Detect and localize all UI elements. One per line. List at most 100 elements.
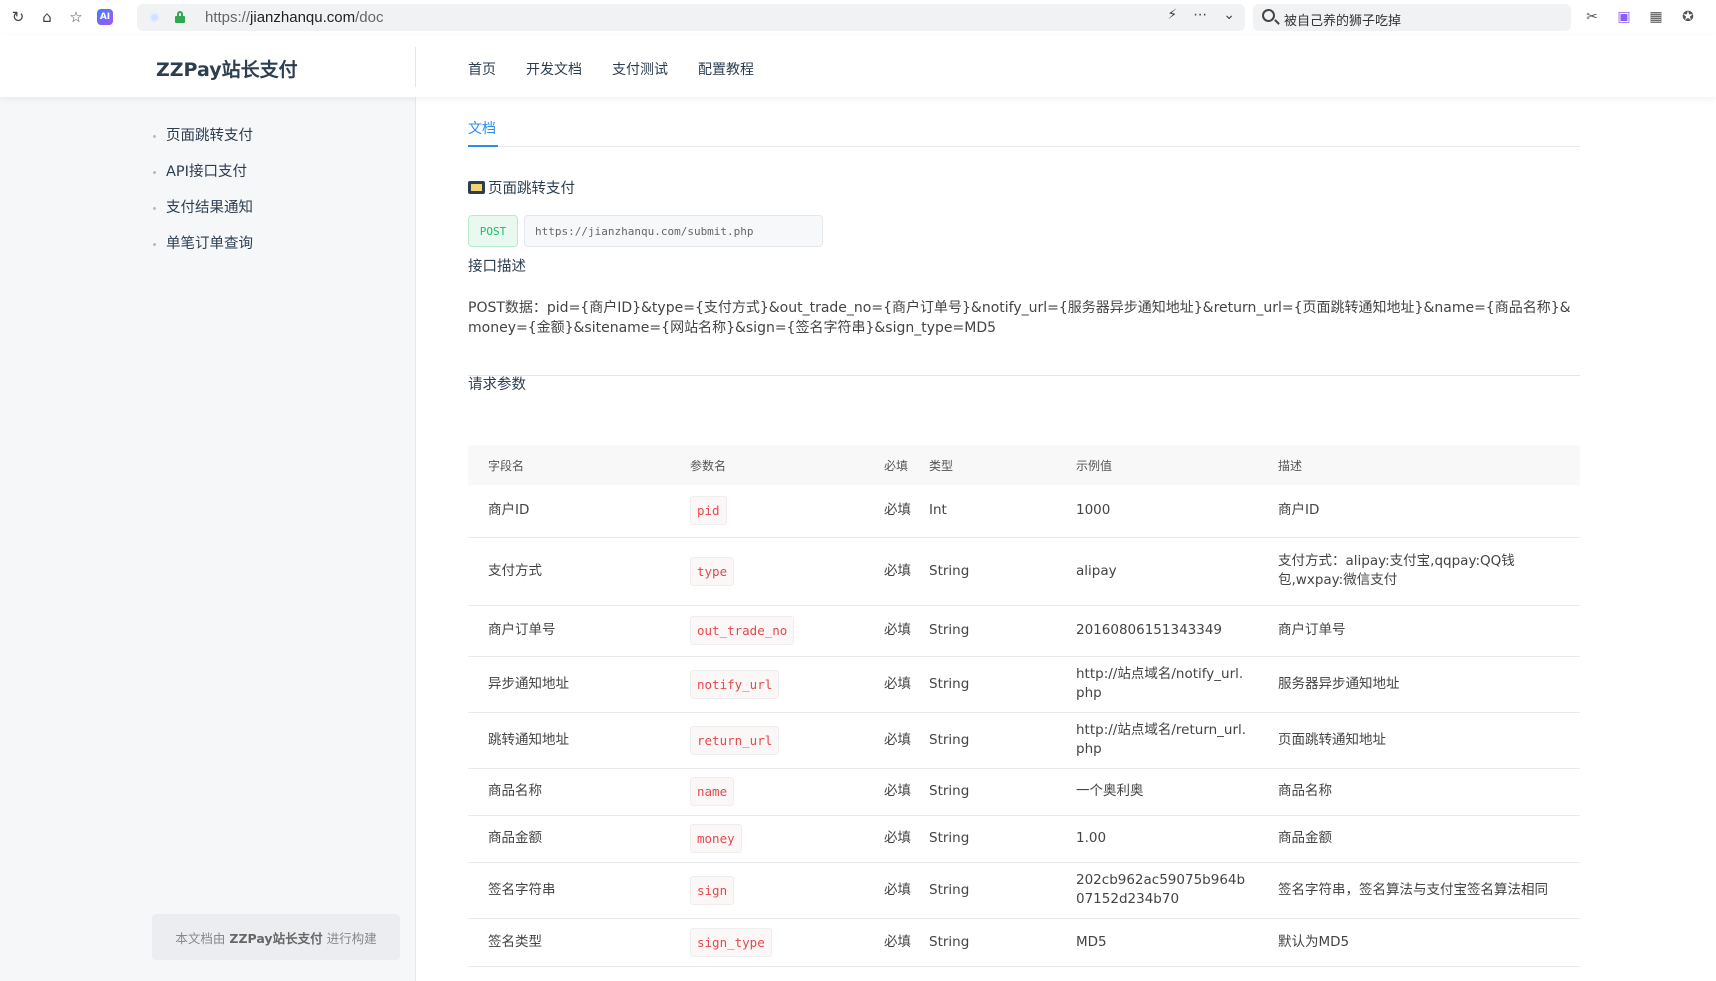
- more-icon[interactable]: ⋯: [1193, 7, 1207, 23]
- param-code: type: [690, 556, 735, 586]
- cell-type: String: [929, 605, 1056, 657]
- param-code: money: [690, 824, 742, 853]
- home-icon[interactable]: ⌂: [36, 6, 58, 28]
- nav-item-dev-docs[interactable]: 开发文档: [526, 59, 582, 79]
- browser-toolbar: ↻ ⌂ ☆ AI https://jianzhanqu.com/doc ⚡ ⋯ …: [0, 0, 1716, 35]
- brand-logo[interactable]: ZZPay站长支付: [156, 55, 298, 82]
- cell-param: sign_type: [670, 918, 874, 967]
- sidebar-item-pay-notify[interactable]: 支付结果通知: [150, 197, 253, 233]
- cell-example: 202cb962ac59075b964b07152d234b70: [1056, 862, 1258, 919]
- col-header: 字段名: [468, 445, 670, 485]
- reload-icon[interactable]: ↻: [7, 6, 29, 28]
- cell-required: 必填: [874, 815, 929, 863]
- table-row: 商品金额 money 必填 String 1.00 商品金额: [468, 815, 1580, 863]
- cell-desc: 商户订单号: [1258, 605, 1580, 657]
- divider: [468, 375, 1580, 376]
- sidebar-item-redirect-pay[interactable]: 页面跳转支付: [150, 125, 253, 161]
- nav-item-pay-test[interactable]: 支付测试: [612, 59, 668, 79]
- table-body: 商户ID pid 必填 Int 1000 商户ID 支付方式 type 必填 S…: [468, 485, 1580, 967]
- cell-required: 必填: [874, 918, 929, 967]
- site-info-icon[interactable]: [149, 12, 160, 23]
- reader-icon[interactable]: ▦: [1647, 8, 1665, 26]
- tab-bar: 文档: [468, 97, 1580, 147]
- scissors-icon[interactable]: ✂: [1583, 8, 1601, 26]
- sidebar: 页面跳转支付 API接口支付 支付结果通知 单笔订单查询 本文档由 ZZPay站…: [0, 97, 416, 981]
- param-code: sign_type: [690, 927, 772, 957]
- doc-title: 页面跳转支付: [468, 177, 575, 198]
- sidebar-item-order-query[interactable]: 单笔订单查询: [150, 233, 253, 269]
- lightning-icon[interactable]: ⚡: [1167, 7, 1177, 23]
- doc-content: 文档 页面跳转支付 POST https://jianzhanqu.com/su…: [468, 97, 1580, 967]
- cell-desc: 页面跳转通知地址: [1258, 712, 1580, 769]
- cell-example: 1000: [1056, 485, 1258, 538]
- param-code: out_trade_no: [690, 616, 795, 645]
- cell-required: 必填: [874, 537, 929, 606]
- cell-type: String: [929, 712, 1056, 769]
- url-text[interactable]: https://jianzhanqu.com/doc: [205, 9, 383, 26]
- cell-desc: 默认为MD5: [1258, 918, 1580, 967]
- cell-field: 支付方式: [468, 537, 670, 606]
- cell-param: sign: [670, 862, 874, 919]
- cell-param: type: [670, 537, 874, 606]
- col-header: 描述: [1258, 445, 1580, 485]
- cell-field: 商品名称: [468, 768, 670, 816]
- cell-required: 必填: [874, 656, 929, 713]
- extensions-icon[interactable]: ✪: [1679, 8, 1697, 26]
- tab-active-indicator: [468, 145, 498, 147]
- cell-example: http://站点域名/return_url.php: [1056, 712, 1258, 769]
- nav-item-config-guide[interactable]: 配置教程: [698, 59, 754, 79]
- cell-example: 一个奥利奥: [1056, 768, 1258, 816]
- cell-type: String: [929, 918, 1056, 967]
- search-query[interactable]: 被自己养的狮子吃掉: [1284, 10, 1401, 29]
- address-bar-actions: ⚡ ⋯ ⌄: [1167, 7, 1235, 23]
- cell-required: 必填: [874, 485, 929, 538]
- param-code: name: [690, 777, 735, 806]
- sidebar-item-api-pay[interactable]: API接口支付: [150, 161, 253, 197]
- cell-example: alipay: [1056, 537, 1258, 606]
- top-nav: 首页 开发文档 支付测试 配置教程: [468, 59, 754, 79]
- tab-docs[interactable]: 文档: [468, 118, 496, 138]
- param-code: notify_url: [690, 669, 780, 699]
- cell-field: 商品金额: [468, 815, 670, 863]
- desc-text: POST数据：pid={商户ID}&type={支付方式}&out_trade_…: [468, 300, 1571, 336]
- cell-param: name: [670, 768, 874, 816]
- table-row: 支付方式 type 必填 String alipay 支付方式：alipay:支…: [468, 537, 1580, 606]
- table-row: 异步通知地址 notify_url 必填 String http://站点域名/…: [468, 656, 1580, 713]
- cell-field: 异步通知地址: [468, 656, 670, 713]
- col-header: 示例值: [1056, 445, 1258, 485]
- cell-param: out_trade_no: [670, 605, 874, 657]
- browser-search-box[interactable]: 被自己养的狮子吃掉: [1253, 4, 1571, 31]
- params-heading: 请求参数: [468, 377, 526, 393]
- cell-desc: 商品名称: [1258, 768, 1580, 816]
- cell-type: String: [929, 862, 1056, 919]
- cell-param: pid: [670, 485, 874, 538]
- site-header: ZZPay站长支付 首页 开发文档 支付测试 配置教程: [0, 35, 1716, 97]
- param-code: sign: [690, 875, 735, 905]
- endpoint-url[interactable]: https://jianzhanqu.com/submit.php: [524, 215, 823, 247]
- sidebar-nav: 页面跳转支付 API接口支付 支付结果通知 单笔订单查询: [150, 125, 253, 269]
- method-badge: POST: [468, 215, 518, 247]
- params-table: 字段名 参数名 必填 类型 示例值 描述 商户ID pid 必填 Int 100…: [468, 445, 1580, 967]
- cell-type: String: [929, 815, 1056, 863]
- cell-param: notify_url: [670, 656, 874, 713]
- endpoint-row: POST https://jianzhanqu.com/submit.php: [468, 215, 823, 247]
- chevron-down-icon[interactable]: ⌄: [1223, 7, 1235, 23]
- search-icon: [1262, 9, 1275, 22]
- bookmark-star-icon[interactable]: ☆: [65, 6, 87, 28]
- translate-icon[interactable]: ▣: [1615, 8, 1633, 26]
- ai-assistant-icon[interactable]: AI: [94, 6, 116, 28]
- table-row: 跳转通知地址 return_url 必填 String http://站点域名/…: [468, 712, 1580, 769]
- cell-field: 跳转通知地址: [468, 712, 670, 769]
- table-row: 签名字符串 sign 必填 String 202cb962ac59075b964…: [468, 862, 1580, 919]
- cell-field: 签名字符串: [468, 862, 670, 919]
- book-icon: [468, 181, 485, 194]
- table-row: 商户ID pid 必填 Int 1000 商户ID: [468, 485, 1580, 538]
- table-row: 签名类型 sign_type 必填 String MD5 默认为MD5: [468, 918, 1580, 967]
- cell-field: 商户ID: [468, 485, 670, 538]
- nav-item-home[interactable]: 首页: [468, 59, 496, 79]
- cell-type: String: [929, 537, 1056, 606]
- param-code: pid: [690, 496, 727, 526]
- cell-required: 必填: [874, 862, 929, 919]
- address-bar[interactable]: https://jianzhanqu.com/doc ⚡ ⋯ ⌄: [137, 4, 1245, 31]
- build-credit: 本文档由 ZZPay站长支付 进行构建: [152, 914, 400, 960]
